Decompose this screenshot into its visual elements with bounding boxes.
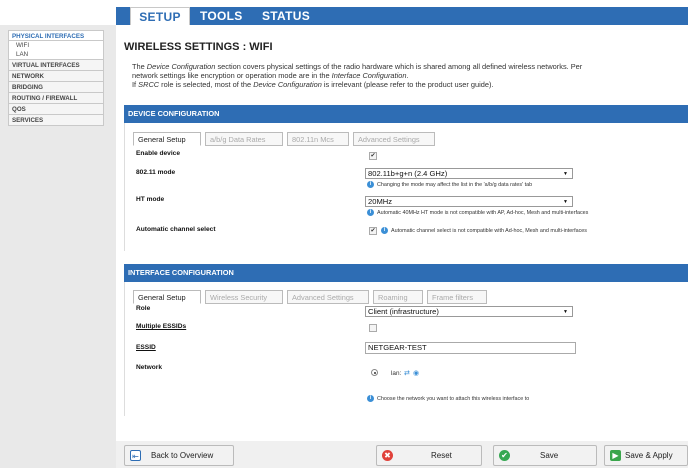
intro-text-3e: is irrelevant (please refer to the produ… <box>321 80 494 89</box>
tab-status[interactable]: STATUS <box>262 7 310 25</box>
main-content: WIRELESS SETTINGS : WIFI The Device Conf… <box>116 25 688 468</box>
tab-setup[interactable]: SETUP <box>130 7 190 26</box>
auto-channel-label: Automatic channel select <box>136 226 216 233</box>
network-label: Network <box>136 364 163 371</box>
tab-frame-filters[interactable]: Frame filters <box>427 290 487 304</box>
top-navigation: SETUP TOOLS STATUS <box>116 7 688 26</box>
page-title: WIRELESS SETTINGS : WIFI <box>124 41 273 53</box>
top-bar: SETUP TOOLS STATUS <box>0 0 688 26</box>
reset-icon: ✖ <box>382 450 393 461</box>
sidebar-item-bridging[interactable]: BRIDGING <box>8 82 104 93</box>
check-icon: ✔ <box>499 450 510 461</box>
mode-hint-text: Changing the mode may affect the list in… <box>377 181 533 188</box>
info-icon: i <box>367 181 374 188</box>
enable-device-label: Enable device <box>136 150 180 157</box>
network-hint-text: Choose the network you want to attach th… <box>377 395 530 402</box>
intro-text-1c: section covers physical settings of the … <box>215 62 583 71</box>
intro-text-1a: The <box>132 62 147 71</box>
sidebar-item-services[interactable]: SERVICES <box>8 115 104 126</box>
auto-channel-hint-text: Automatic channel select is not compatib… <box>391 227 587 234</box>
tab-wireless-security[interactable]: Wireless Security <box>205 290 283 304</box>
auto-channel-checkbox[interactable]: ✔ <box>369 227 377 235</box>
ethernet-icon: ⇄ <box>404 370 410 377</box>
mode-label: 802.11 mode <box>136 169 176 176</box>
chevron-down-icon: ▼ <box>563 199 568 205</box>
sidebar-item-routing-firewall[interactable]: ROUTING / FIREWALL <box>8 93 104 104</box>
save-apply-button[interactable]: ▶ Save & Apply <box>604 445 688 466</box>
network-radio-lan[interactable] <box>371 369 378 376</box>
reset-button-label: Reset <box>431 451 452 460</box>
tab-advanced-settings[interactable]: Advanced Settings <box>287 290 369 304</box>
sidebar: PHYSICAL INTERFACES WIFI LAN VIRTUAL INT… <box>8 30 104 126</box>
intro-text-3c: role is selected, most of the <box>159 80 254 89</box>
intro-text-2c: . <box>406 71 409 80</box>
auto-channel-hint: i Automatic channel select is not compati… <box>381 227 587 234</box>
wifi-icon: ◉ <box>413 370 420 377</box>
intro-text: The Device Configuration section covers … <box>132 62 688 89</box>
essid-label: ESSID <box>136 344 156 351</box>
intro-text-3d: Device Configuration <box>253 80 322 89</box>
tab-abg-data-rates[interactable]: a/b/g Data Rates <box>205 132 283 146</box>
save-apply-button-label: Save & Apply <box>625 451 673 460</box>
chevron-down-icon: ▼ <box>563 171 568 177</box>
info-icon: i <box>381 227 388 234</box>
network-option-label: lan: <box>391 370 402 377</box>
device-config-panel: General Setup a/b/g Data Rates 802.11n M… <box>124 123 688 251</box>
intro-text-2b: Interface Configuration <box>331 71 407 80</box>
info-icon: i <box>367 395 374 402</box>
intro-text-1b: Device Configuration <box>146 62 216 71</box>
tab-advanced-settings[interactable]: Advanced Settings <box>353 132 435 146</box>
back-arrow-icon: ⇤ <box>130 450 141 461</box>
multiple-essids-label: Multiple ESSIDs <box>136 323 187 330</box>
enable-device-checkbox[interactable]: ✔ <box>369 152 377 160</box>
apply-icon: ▶ <box>610 450 621 461</box>
role-select[interactable]: Client (infrastructure) ▼ <box>365 306 573 317</box>
mode-hint: i Changing the mode may affect the list i… <box>367 181 532 188</box>
tab-80211n-mcs[interactable]: 802.11n Mcs <box>287 132 349 146</box>
network-hint: i Choose the network you want to attach t… <box>367 395 529 402</box>
footer-actions: ⇤ Back to Overview ✖ Reset ✔ Save ▶ Save… <box>116 441 688 468</box>
ht-mode-select-value: 20MHz <box>368 197 393 206</box>
save-button-label: Save <box>540 451 559 460</box>
info-icon: i <box>367 209 374 216</box>
intro-text-3b: SRCC <box>138 80 160 89</box>
back-button-label: Back to Overview <box>151 451 214 460</box>
multiple-essids-checkbox[interactable] <box>369 324 377 332</box>
ht-mode-label: HT mode <box>136 196 165 203</box>
ht-mode-hint: i Automatic 40MHz HT mode is not compatib… <box>367 209 588 216</box>
sidebar-item-virtual-interfaces[interactable]: VIRTUAL INTERFACES <box>8 60 104 71</box>
tab-general-setup[interactable]: General Setup <box>133 132 201 146</box>
essid-input[interactable]: NETGEAR-TEST <box>365 342 576 354</box>
mode-select[interactable]: 802.11b+g+n (2.4 GHz) ▼ <box>365 168 573 179</box>
interface-config-header: INTERFACE CONFIGURATION <box>124 264 688 282</box>
tab-general-setup[interactable]: General Setup <box>133 290 201 304</box>
mode-select-value: 802.11b+g+n (2.4 GHz) <box>368 169 448 178</box>
role-select-value: Client (infrastructure) <box>368 307 439 316</box>
sidebar-item-network[interactable]: NETWORK <box>8 71 104 82</box>
tab-roaming[interactable]: Roaming <box>373 290 423 304</box>
ht-mode-hint-text: Automatic 40MHz HT mode is not compatibl… <box>377 209 589 216</box>
interface-config-panel: General Setup Wireless Security Advanced… <box>124 282 688 416</box>
tab-tools[interactable]: TOOLS <box>200 7 243 25</box>
save-button[interactable]: ✔ Save <box>493 445 597 466</box>
sidebar-item-physical-interfaces[interactable]: PHYSICAL INTERFACES <box>8 30 104 41</box>
chevron-down-icon: ▼ <box>563 309 568 315</box>
sidebar-subitem-lan[interactable]: LAN <box>8 50 104 60</box>
ht-mode-select[interactable]: 20MHz ▼ <box>365 196 573 207</box>
reset-button[interactable]: ✖ Reset <box>376 445 482 466</box>
sidebar-subitem-wifi[interactable]: WIFI <box>8 41 104 50</box>
sidebar-item-qos[interactable]: QOS <box>8 104 104 115</box>
back-to-overview-button[interactable]: ⇤ Back to Overview <box>124 445 234 466</box>
device-config-header: DEVICE CONFIGURATION <box>124 105 688 123</box>
role-label: Role <box>136 305 151 312</box>
intro-text-2a: network settings like encryption or oper… <box>132 71 332 80</box>
